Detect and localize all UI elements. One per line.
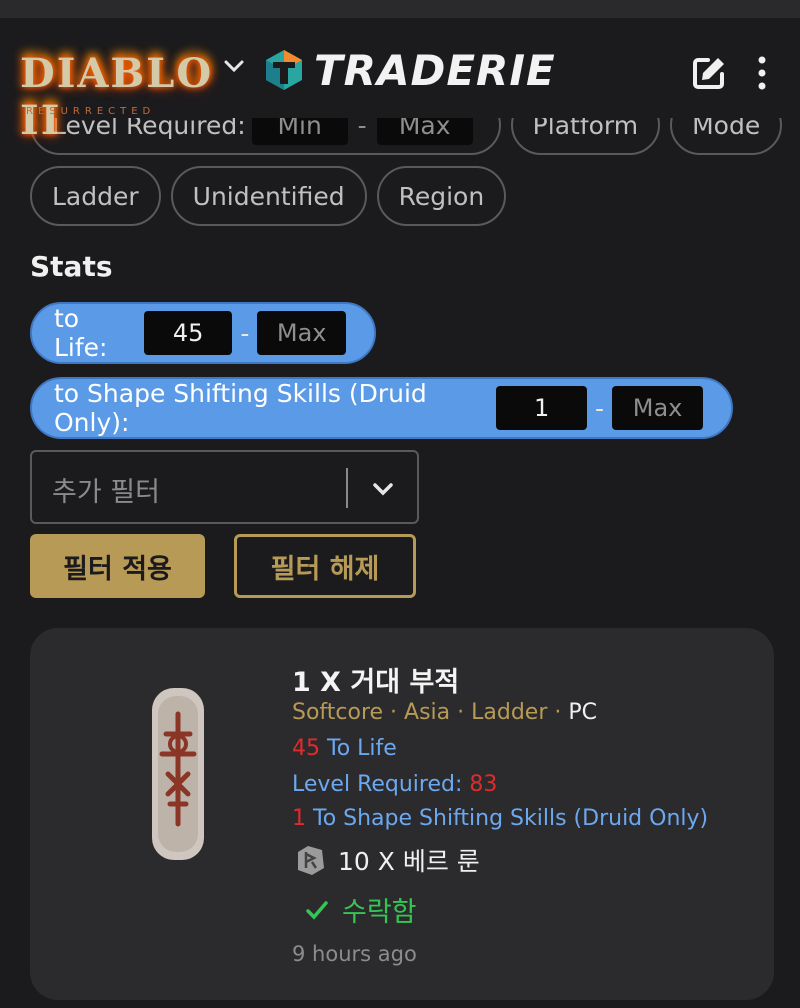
diablo-logo-subtitle: RESURRECTED	[26, 106, 156, 117]
stat-max-input[interactable]: Max	[612, 386, 704, 430]
stat-label: to Life:	[54, 304, 108, 362]
meta-platform: PC	[568, 700, 598, 725]
ladder-filter[interactable]: Ladder	[30, 166, 161, 226]
traderie-logo-icon	[266, 50, 302, 90]
meta-separator: ·	[450, 700, 472, 725]
range-dash: -	[595, 393, 605, 423]
stat-filter-to-life[interactable]: to Life: 45 - Max	[30, 302, 376, 364]
stat-label: To Life	[327, 736, 397, 761]
clear-filters-button[interactable]: 필터 해제	[234, 534, 416, 598]
add-filter-placeholder: 추가 필터	[52, 477, 160, 508]
check-icon	[306, 900, 328, 920]
apply-filters-button[interactable]: 필터 적용	[30, 534, 205, 598]
listing-title: 1 X 거대 부적	[292, 667, 460, 698]
diablo-logo[interactable]: DIABLO II RESURRECTED	[20, 32, 211, 144]
chevron-down-icon[interactable]	[370, 476, 396, 502]
unidentified-filter[interactable]: Unidentified	[170, 166, 367, 226]
more-vertical-icon[interactable]	[752, 54, 772, 92]
edit-icon[interactable]	[690, 54, 728, 92]
range-dash: -	[240, 318, 250, 348]
listing-timestamp: 9 hours ago	[292, 942, 417, 966]
price-row: 10 X 베르 룬	[292, 842, 480, 878]
stat-min-input[interactable]: 1	[496, 386, 588, 430]
filter-row-2: Ladder Unidentified Region	[30, 166, 507, 226]
app-header: DIABLO II RESURRECTED TRADERIE	[0, 18, 800, 144]
select-divider	[346, 468, 348, 508]
listing-meta: Softcore · Asia · Ladder · PC	[292, 700, 597, 725]
stat-label: To Shape Shifting Skills (Druid Only)	[313, 806, 709, 831]
meta-separator: ·	[383, 700, 405, 725]
ber-rune-icon	[298, 846, 324, 875]
meta-mode: Softcore	[292, 700, 384, 725]
stat-line-level: Level Required: 83	[292, 772, 497, 797]
diablo-logo-text: DIABLO II	[20, 50, 214, 144]
price-text: 10 X 베르 룬	[338, 847, 480, 876]
stat-line-skill: 1 To Shape Shifting Skills (Druid Only)	[292, 806, 708, 831]
stat-value: 83	[469, 772, 498, 797]
stat-max-input[interactable]: Max	[257, 311, 346, 355]
accepted-status: 수락함	[304, 890, 417, 929]
stat-min-input[interactable]: 45	[143, 311, 233, 355]
listing-card[interactable]: 1 X 거대 부적 Softcore · Asia · Ladder · PC …	[30, 628, 774, 1000]
stat-value: 45	[292, 736, 320, 761]
chevron-down-icon[interactable]	[222, 54, 246, 78]
grand-charm-image	[152, 688, 204, 860]
region-filter[interactable]: Region	[376, 166, 507, 226]
meta-region: Asia	[404, 700, 451, 725]
add-filter-select[interactable]: 추가 필터	[30, 450, 419, 524]
meta-ladder: Ladder	[471, 700, 548, 725]
stat-filter-shape-shifting[interactable]: to Shape Shifting Skills (Druid Only): 1…	[30, 377, 733, 439]
stat-label: to Shape Shifting Skills (Druid Only):	[54, 379, 427, 437]
stat-label: Level Required:	[292, 772, 463, 797]
accepted-label: 수락함	[342, 897, 417, 928]
stats-heading: Stats	[30, 250, 113, 283]
stat-line-life: 45 To Life	[292, 736, 397, 761]
traderie-logo-text[interactable]: TRADERIE	[314, 46, 556, 95]
system-status-bar	[0, 0, 800, 18]
stat-value: 1	[292, 806, 306, 831]
meta-separator: ·	[547, 700, 569, 725]
